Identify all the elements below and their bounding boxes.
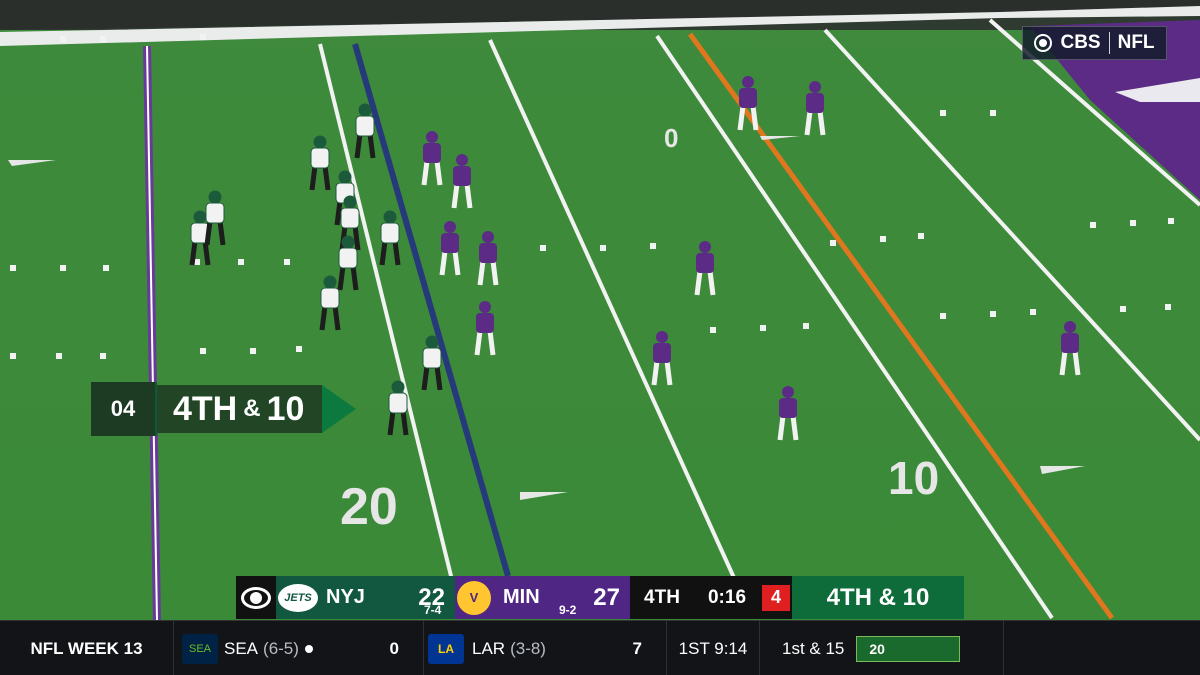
down-marker-number: 04 bbox=[91, 382, 157, 436]
home-team-score: 27 bbox=[593, 584, 620, 611]
distance-label: 10 bbox=[266, 389, 305, 428]
field-number-10: 10 bbox=[888, 452, 939, 504]
mini-field-icon: 20 bbox=[856, 635, 961, 662]
network-logo: CBS NFL bbox=[1022, 26, 1167, 60]
ticker-game-clock: 1ST 9:14 bbox=[667, 621, 760, 675]
ticker-week-label: NFL WEEK 13 bbox=[0, 621, 174, 675]
league-name: NFL bbox=[1117, 32, 1155, 53]
vikings-logo-icon: V bbox=[457, 580, 491, 615]
ticker-yard-line: 20 bbox=[869, 640, 885, 657]
ticker-team2-score: 7 bbox=[632, 638, 642, 658]
ticker-team1-abbr: SEA bbox=[224, 638, 259, 658]
logo-divider bbox=[1108, 32, 1110, 54]
rams-logo-icon: LA bbox=[428, 633, 464, 664]
cbs-eye-icon bbox=[1034, 34, 1053, 52]
network-name: CBS bbox=[1060, 32, 1101, 53]
scorebug: JETS NYJ 7-4 22 V MIN 9-2 27 4TH 0:16 4 … bbox=[236, 576, 964, 619]
ticker-team1: SEA SEA (6-5) 0 bbox=[174, 621, 424, 675]
home-team-abbr: MIN bbox=[503, 586, 540, 608]
away-team-score: 22 bbox=[418, 584, 445, 611]
home-team-record: 9-2 bbox=[559, 603, 577, 617]
field-number-20: 20 bbox=[340, 478, 398, 536]
direction-arrow-icon bbox=[322, 385, 357, 433]
scorebug-down-distance: 4TH & 10 bbox=[792, 576, 964, 619]
away-team-panel: JETS NYJ 7-4 22 bbox=[276, 576, 455, 619]
ticker-team1-score: 0 bbox=[389, 638, 399, 658]
down-label: 4TH bbox=[173, 389, 238, 428]
football-field: 20 10 0 bbox=[0, 0, 1200, 620]
play-clock-value: 4 bbox=[762, 584, 790, 611]
ticker-team2-record: (3-8) bbox=[510, 638, 546, 658]
game-clock: 0:16 bbox=[694, 576, 760, 619]
quarter: 4TH bbox=[630, 576, 694, 619]
away-team-abbr: NYJ bbox=[326, 586, 365, 608]
field-number-0: 0 bbox=[664, 123, 678, 153]
ticker-situation: 1st & 15 20 bbox=[760, 621, 1004, 675]
possession-indicator-icon bbox=[304, 644, 313, 653]
ticker-down-distance: 1st & 15 bbox=[782, 638, 845, 658]
scorebug-network bbox=[236, 576, 276, 619]
broadcast-frame: 20 10 0 CBS NFL 04 4TH & 10 JETS NYJ 7-4… bbox=[0, 0, 1200, 675]
ticker-empty bbox=[1004, 621, 1200, 675]
jets-logo-icon: JETS bbox=[278, 583, 318, 612]
down-distance-marker: 04 4TH & 10 bbox=[91, 382, 357, 436]
ticker-team2: LA LAR (3-8) 7 bbox=[424, 621, 667, 675]
ticker-team1-record: (6-5) bbox=[263, 638, 299, 658]
cbs-eye-icon bbox=[241, 586, 271, 609]
home-team-panel: V MIN 9-2 27 bbox=[455, 576, 630, 619]
ampersand: & bbox=[243, 395, 261, 422]
score-ticker: NFL WEEK 13 SEA SEA (6-5) 0 LA LAR (3-8)… bbox=[0, 620, 1200, 675]
down-marker-text: 4TH & 10 bbox=[157, 385, 323, 433]
ticker-team2-abbr: LAR bbox=[472, 638, 506, 658]
play-clock: 4 bbox=[760, 576, 792, 619]
seahawks-logo-icon: SEA bbox=[182, 633, 218, 664]
